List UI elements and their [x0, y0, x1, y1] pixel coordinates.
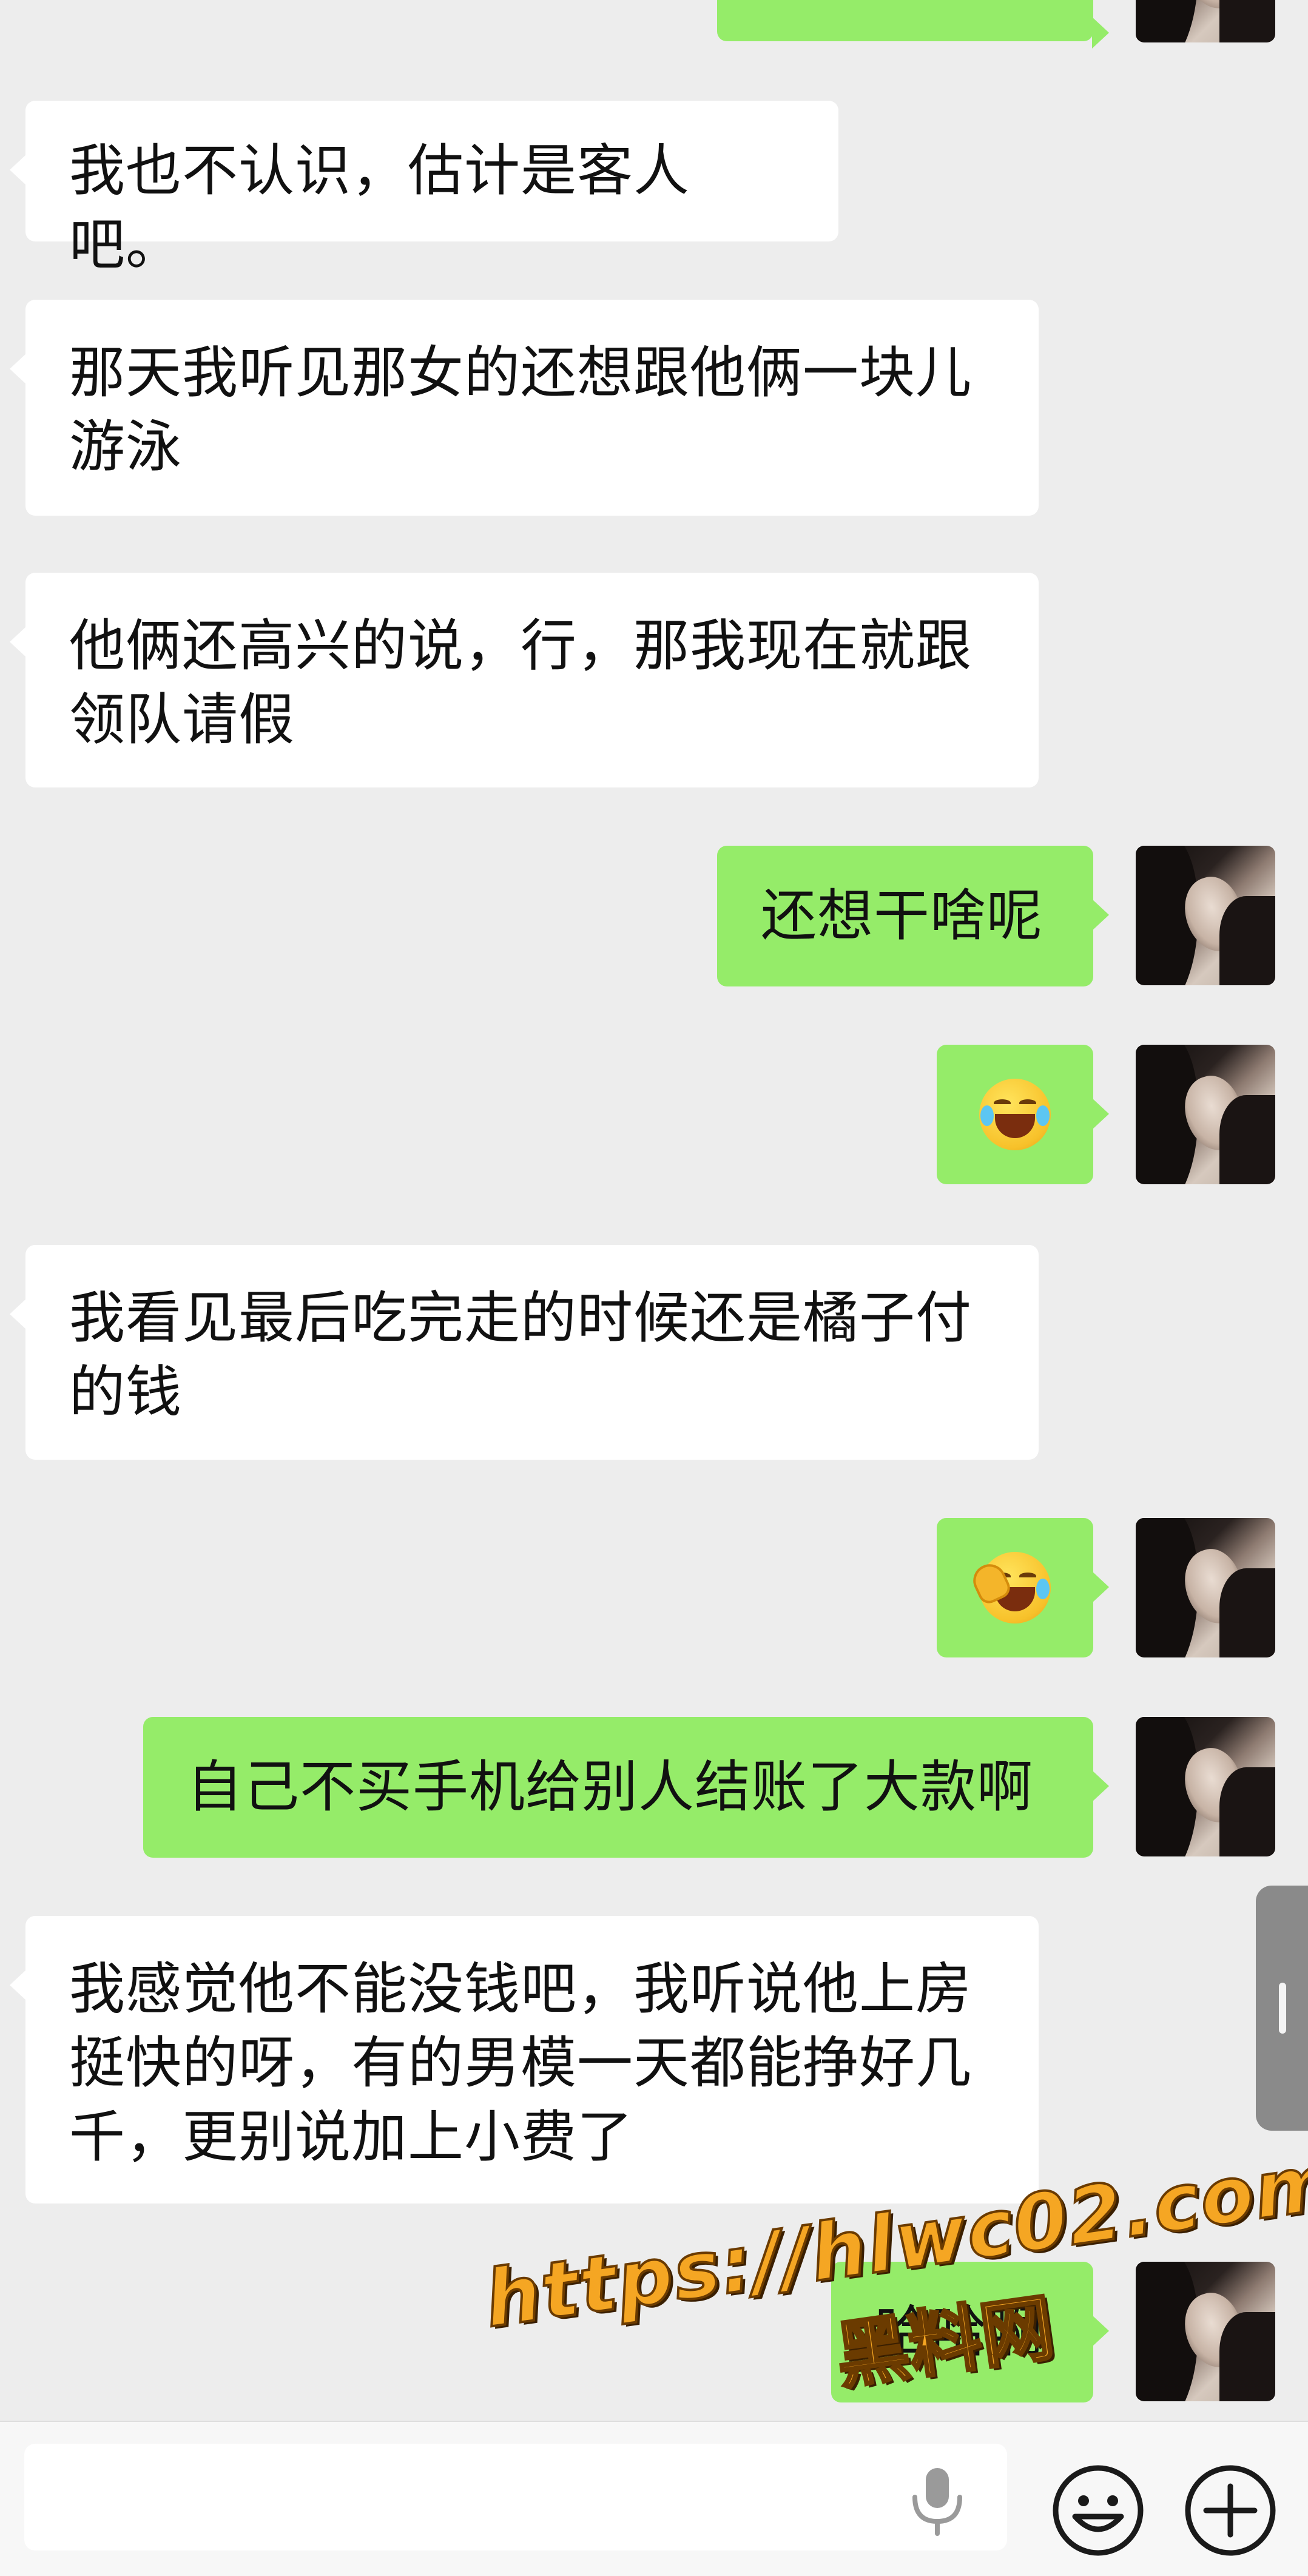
- message-text: 哈哈啊: [875, 2299, 1045, 2364]
- outgoing-emoji-message[interactable]: [937, 1518, 1109, 1657]
- plus-icon[interactable]: [1183, 2463, 1278, 2558]
- message-text: 我感觉他不能没钱吧，我听说他上房挺快的呀，有的男模一天都能挣好几千，更别说加上小…: [69, 1957, 973, 2170]
- message-text: 自己不买手机给别人结账了大款啊: [187, 1755, 1034, 1819]
- message-input[interactable]: [24, 2444, 1007, 2551]
- message-text: 那天我听见那女的还想跟他俩一块儿游泳: [69, 340, 973, 479]
- incoming-message[interactable]: 那天我听见那女的还想跟他俩一块儿游泳: [10, 300, 1039, 516]
- message-text: 还想干啥呢: [761, 883, 1043, 948]
- handle-grip-icon: [1279, 1983, 1286, 2034]
- incoming-message[interactable]: 他俩还高兴的说，行，那我现在就跟领队请假: [10, 573, 1039, 787]
- input-bar: [0, 2421, 1308, 2576]
- incoming-message[interactable]: 我感觉他不能没钱吧，我听说他上房挺快的呀，有的男模一天都能挣好几千，更别说加上小…: [10, 1916, 1039, 2203]
- avatar[interactable]: [1136, 1045, 1275, 1184]
- message-text: 他俩还高兴的说，行，那我现在就跟领队请假: [69, 613, 973, 752]
- outgoing-message[interactable]: 自己不买手机给别人结账了大款啊: [143, 1717, 1109, 1858]
- outgoing-bubble-partial[interactable]: [717, 0, 1109, 49]
- avatar[interactable]: [1136, 2262, 1275, 2401]
- avatar[interactable]: [1136, 0, 1275, 42]
- message-text: 我也不认识，估计是客人吧。: [69, 138, 690, 277]
- avatar[interactable]: [1136, 1518, 1275, 1657]
- avatar[interactable]: [1136, 846, 1275, 985]
- chat-history[interactable]: 我也不认识，估计是客人吧。 那天我听见那女的还想跟他俩一块儿游泳 他俩还高兴的说…: [0, 0, 1308, 2421]
- outgoing-message[interactable]: 还想干啥呢: [717, 846, 1109, 986]
- microphone-icon[interactable]: [904, 2464, 971, 2537]
- side-drawer-handle[interactable]: [1256, 1886, 1308, 2131]
- emoji-icon[interactable]: [1051, 2463, 1145, 2558]
- message-text: 我看见最后吃完走的时候还是橘子付的钱: [69, 1286, 973, 1425]
- facepalm-crying-emoji-icon: [968, 1552, 1051, 1623]
- laughing-crying-emoji-icon: [979, 1079, 1051, 1150]
- outgoing-emoji-message[interactable]: [937, 1045, 1109, 1184]
- outgoing-message[interactable]: 哈哈啊: [831, 2262, 1109, 2402]
- incoming-message[interactable]: 我看见最后吃完走的时候还是橘子付的钱: [10, 1245, 1039, 1460]
- avatar[interactable]: [1136, 1717, 1275, 1856]
- incoming-message[interactable]: 我也不认识，估计是客人吧。: [10, 101, 838, 277]
